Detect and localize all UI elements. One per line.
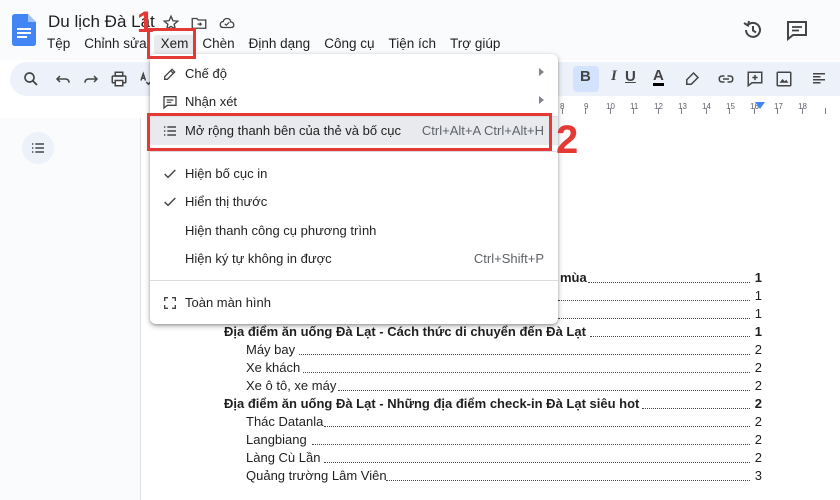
menu-bar: Tệp Chỉnh sửa Xem Chèn Định dạng Công cụ… bbox=[40, 35, 507, 55]
ruler-mark: 13 bbox=[678, 102, 687, 111]
annotation-box-step-2 bbox=[147, 113, 552, 151]
ruler-mark: 15 bbox=[726, 102, 735, 111]
comment-icon bbox=[163, 96, 177, 110]
menu-extensions[interactable]: Tiện ích bbox=[382, 35, 444, 55]
highlight-pen-icon[interactable] bbox=[683, 70, 701, 88]
docs-header: Du lịch Đà Lạt Tệp Chỉnh sửa Xem Chèn Đị… bbox=[0, 0, 840, 60]
annotation-box-step-1 bbox=[147, 28, 196, 59]
menu-item-equation-toolbar[interactable]: Hiện thanh công cụ phương trình bbox=[150, 217, 558, 245]
ruler-mark: 10 bbox=[606, 102, 615, 111]
check-icon bbox=[164, 197, 176, 207]
align-icon[interactable] bbox=[810, 70, 828, 88]
ruler-mark: 18 bbox=[798, 102, 807, 111]
toc-item[interactable]: Langbiang 2 bbox=[0, 432, 840, 450]
toc-item[interactable]: Địa điểm ăn uống Đà Lạt - Những địa điểm… bbox=[0, 396, 840, 414]
toc-item[interactable]: Thác Datanla 2 bbox=[0, 414, 840, 432]
toc-item[interactable]: Làng Cù Lần 2 bbox=[0, 450, 840, 468]
ruler-mark: 17 bbox=[774, 102, 783, 111]
menu-help[interactable]: Trợ giúp bbox=[443, 35, 507, 55]
google-docs-logo-icon[interactable] bbox=[12, 14, 36, 46]
redo-icon[interactable] bbox=[82, 70, 100, 88]
insert-image-icon[interactable] bbox=[775, 70, 793, 88]
insert-link-icon[interactable] bbox=[717, 70, 735, 88]
annotation-number-1: 1 bbox=[137, 6, 154, 39]
menu-item-show-ruler[interactable]: Hiển thị thước bbox=[150, 188, 558, 216]
bold-button[interactable]: B bbox=[580, 68, 591, 85]
menu-tools[interactable]: Công cụ bbox=[317, 35, 381, 55]
document-outline-button[interactable] bbox=[22, 132, 54, 164]
list-icon bbox=[32, 143, 44, 153]
toc-item[interactable]: Xe ô tô, xe máy 2 bbox=[0, 378, 840, 396]
print-icon[interactable] bbox=[110, 70, 128, 88]
italic-button[interactable]: I bbox=[611, 68, 617, 85]
ruler-mark: 14 bbox=[702, 102, 711, 111]
version-history-icon[interactable] bbox=[741, 18, 765, 42]
menu-item-fullscreen[interactable]: Toàn màn hình bbox=[150, 289, 558, 317]
underline-button[interactable]: U bbox=[625, 68, 636, 85]
search-icon[interactable] bbox=[22, 70, 40, 88]
annotation-number-2: 2 bbox=[556, 118, 579, 162]
toc-item[interactable]: Xe khách 2 bbox=[0, 360, 840, 378]
menu-file[interactable]: Tệp bbox=[40, 35, 77, 55]
ruler-mark: 9 bbox=[584, 102, 589, 111]
ruler-mark: 8 bbox=[560, 102, 565, 111]
ruler-mark: 12 bbox=[654, 102, 663, 111]
text-color-button[interactable]: A bbox=[653, 68, 664, 86]
menu-item-comments[interactable]: Nhận xét bbox=[150, 88, 558, 116]
menu-insert[interactable]: Chèn bbox=[195, 35, 241, 55]
undo-icon[interactable] bbox=[54, 70, 72, 88]
check-icon bbox=[164, 169, 176, 179]
submenu-arrow-icon bbox=[539, 96, 544, 104]
indent-marker-icon[interactable] bbox=[755, 102, 765, 110]
comments-icon[interactable] bbox=[785, 18, 809, 42]
add-comment-icon[interactable] bbox=[746, 70, 764, 88]
toc-item[interactable]: Máy bay 2 bbox=[0, 342, 840, 360]
fullscreen-icon bbox=[164, 297, 176, 309]
ruler-mark: 11 bbox=[630, 102, 639, 111]
toc-item[interactable]: Quảng trường Lâm Viên 3 bbox=[0, 468, 840, 486]
cloud-saved-icon[interactable] bbox=[218, 14, 236, 32]
toc-item[interactable]: Địa điểm ăn uống Đà Lạt - Cách thức di c… bbox=[0, 324, 840, 342]
menu-item-non-printing-chars[interactable]: Hiện ký tự không in được Ctrl+Shift+P bbox=[150, 245, 558, 273]
menu-separator bbox=[150, 280, 558, 281]
menu-format[interactable]: Định dạng bbox=[242, 35, 318, 55]
menu-separator bbox=[150, 151, 558, 152]
pencil-icon bbox=[164, 68, 176, 80]
menu-item-mode[interactable]: Chế độ bbox=[150, 60, 558, 88]
view-menu-dropdown: Chế độ Nhận xét Mở rộng thanh bên của th… bbox=[150, 54, 558, 324]
menu-item-print-layout[interactable]: Hiện bố cục in bbox=[150, 160, 558, 188]
horizontal-ruler[interactable]: 8 9 10 11 12 13 14 15 16 17 18 bbox=[555, 100, 840, 118]
submenu-arrow-icon bbox=[539, 68, 544, 76]
